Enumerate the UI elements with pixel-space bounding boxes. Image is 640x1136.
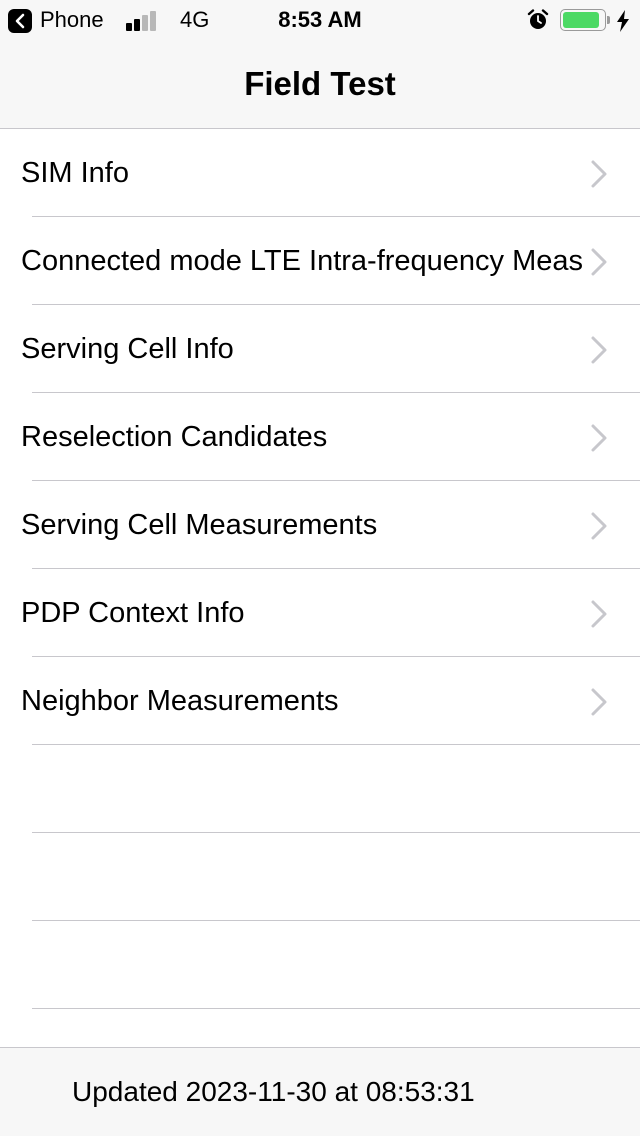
chevron-right-icon [590,247,608,282]
list-item-label: Neighbor Measurements [21,685,339,717]
chevron-right-icon [590,599,608,634]
list-item[interactable]: Reselection Candidates [0,393,640,481]
list-item-label: PDP Context Info [21,597,245,629]
empty-row [0,745,640,833]
battery-level-fill [563,12,599,28]
list-item-label: Serving Cell Info [21,333,234,365]
chevron-right-icon [590,423,608,458]
list-item[interactable]: SIM Info [0,129,640,217]
list-item[interactable]: PDP Context Info [0,569,640,657]
chevron-right-icon [590,335,608,370]
list-item[interactable]: Serving Cell Info [0,305,640,393]
last-updated-text: Updated 2023-11-30 at 08:53:31 [72,1076,475,1107]
footer-bar: Updated 2023-11-30 at 08:53:31 [0,1047,640,1136]
chevron-right-icon [590,159,608,194]
page-title: Field Test [244,65,396,102]
chevron-right-icon [590,511,608,546]
charging-icon [617,10,629,32]
menu-list: SIM Info Connected mode LTE Intra-frequen… [0,129,640,1009]
empty-row [0,921,640,1009]
battery-icon [560,9,610,31]
list-item-label: Connected mode LTE Intra-frequency Meas [21,245,584,277]
chevron-right-icon [590,687,608,722]
alarm-icon [527,9,549,29]
status-bar: Phone 4G 8:53 AM [0,0,640,40]
list-item-label: Reselection Candidates [21,421,328,453]
screen: Phone 4G 8:53 AM Field Test SIM Info Conn… [0,0,640,1136]
list-item[interactable]: Connected mode LTE Intra-frequency Meas [0,217,640,305]
top-bar: Phone 4G 8:53 AM Field Test [0,0,640,129]
empty-row [0,833,640,921]
list-item-label: Serving Cell Measurements [21,509,378,541]
list-item[interactable]: Serving Cell Measurements [0,481,640,569]
list-item[interactable]: Neighbor Measurements [0,657,640,745]
list-item-label: SIM Info [21,157,129,189]
